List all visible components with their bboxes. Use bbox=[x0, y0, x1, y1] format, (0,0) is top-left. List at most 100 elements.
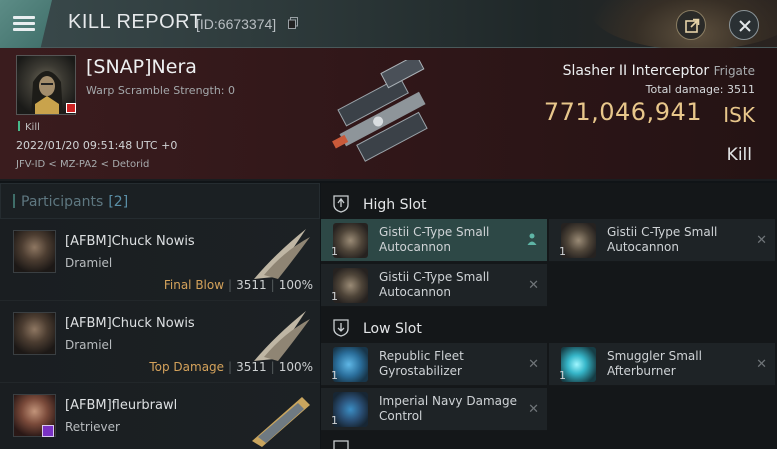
participant-name[interactable]: [AFBM]Chuck Nowis bbox=[65, 234, 195, 249]
module-quantity: 1 bbox=[331, 414, 338, 427]
person-icon[interactable] bbox=[527, 233, 537, 245]
participant-stats: Final Blow | 3511 | 100% bbox=[164, 278, 313, 292]
close-button[interactable] bbox=[729, 10, 759, 40]
menu-icon-bar bbox=[13, 22, 35, 25]
high-slot-header: High Slot bbox=[321, 187, 777, 221]
ship-name-label: Slasher II Interceptor bbox=[562, 63, 710, 79]
module-quantity: 1 bbox=[559, 369, 566, 382]
stats-separator: | bbox=[270, 360, 275, 374]
copy-icon[interactable] bbox=[288, 17, 298, 29]
low-slot-title: Low Slot bbox=[363, 321, 422, 337]
mid-slot-icon bbox=[333, 440, 349, 449]
ship-class-label: Frigate bbox=[713, 64, 755, 78]
participants-header[interactable]: Participants [2] bbox=[0, 183, 320, 219]
stats-separator: | bbox=[228, 360, 233, 374]
module-name: Imperial Navy Damage Control bbox=[379, 394, 517, 423]
low-slot-module[interactable]: 1 Smuggler Small Afterburner ✕ bbox=[549, 343, 775, 386]
isk-unit: ISK bbox=[723, 103, 755, 127]
victim-corp-badge bbox=[66, 103, 76, 113]
module-name: Gistii C-Type Small Autocannon bbox=[379, 225, 490, 254]
victim-name[interactable]: [SNAP]Nera bbox=[86, 56, 197, 78]
kill-timestamp: 2022/01/20 09:51:48 UTC +0 bbox=[16, 139, 178, 152]
victim-panel: [SNAP]Nera Warp Scramble Strength: 0 Kil… bbox=[0, 48, 777, 181]
victim-ship-name[interactable]: Slasher II Interceptor Frigate bbox=[563, 63, 755, 79]
participant-ship-image[interactable] bbox=[246, 223, 316, 283]
total-damage-value: 3511 bbox=[727, 83, 755, 96]
kill-tag: Kill bbox=[18, 121, 40, 133]
module-quantity: 1 bbox=[331, 369, 338, 382]
low-slot-header: Low Slot bbox=[321, 311, 777, 345]
autocannon-icon bbox=[333, 223, 368, 258]
destroyed-icon: ✕ bbox=[528, 402, 539, 417]
participant-stats: Top Damage | 3511 | 100% bbox=[149, 360, 313, 374]
kill-id: [ID:6673374] bbox=[196, 16, 277, 32]
participant-ship[interactable]: Retriever bbox=[65, 420, 120, 434]
menu-icon-bar bbox=[13, 28, 35, 31]
damage-control-icon bbox=[333, 392, 368, 427]
low-slot-module[interactable]: 1 Republic Fleet Gyrostabilizer ✕ bbox=[321, 343, 547, 386]
low-slot-icon bbox=[333, 319, 349, 337]
stats-separator: | bbox=[228, 278, 233, 292]
autocannon-icon bbox=[333, 268, 368, 303]
destroyed-icon: ✕ bbox=[528, 357, 539, 372]
participant-name[interactable]: [AFBM]Chuck Nowis bbox=[65, 316, 195, 331]
participant-row[interactable]: [AFBM]Chuck Nowis Dramiel Final Blow | 351… bbox=[0, 219, 320, 301]
module-name: Gistii C-Type Small Autocannon bbox=[607, 225, 718, 254]
module-quantity: 1 bbox=[331, 245, 338, 258]
participant-damage: 3511 bbox=[236, 360, 267, 374]
destroyed-icon: ✕ bbox=[528, 278, 539, 293]
module-quantity: 1 bbox=[331, 290, 338, 303]
page-title: KILL REPORT bbox=[68, 11, 203, 33]
module-name: Republic Fleet Gyrostabilizer bbox=[379, 349, 464, 378]
fitting-panel: High Slot 1 Gistii C-Type Small Autocann… bbox=[321, 183, 777, 449]
high-slot-icon bbox=[333, 195, 349, 213]
autocannon-icon bbox=[561, 223, 596, 258]
participant-row[interactable]: [AFBM]Chuck Nowis Dramiel Top Damage | 351… bbox=[0, 301, 320, 383]
stats-separator: | bbox=[270, 278, 275, 292]
result-label: Kill bbox=[726, 145, 752, 165]
participants-count: [2] bbox=[108, 194, 129, 210]
participants-panel: Participants [2] [AFBM]Chuck Nowis Drami… bbox=[0, 183, 320, 449]
top-damage-tag: Top Damage bbox=[149, 360, 225, 374]
menu-button[interactable] bbox=[0, 0, 52, 48]
low-slot-module[interactable]: 1 Imperial Navy Damage Control ✕ bbox=[321, 388, 547, 431]
share-icon bbox=[685, 18, 700, 33]
module-name: Smuggler Small Afterburner bbox=[607, 349, 702, 378]
victim-ship-image[interactable] bbox=[308, 60, 458, 175]
isk-value: 771,046,941 bbox=[543, 98, 702, 126]
participants-title: Participants bbox=[21, 194, 104, 210]
kill-report-header: KILL REPORT [ID:6673374] bbox=[0, 0, 777, 50]
header-accent-bar bbox=[13, 194, 15, 208]
participant-avatar[interactable] bbox=[13, 312, 56, 355]
menu-icon bbox=[13, 16, 35, 19]
participant-avatar[interactable] bbox=[13, 230, 56, 273]
share-button[interactable] bbox=[676, 10, 706, 40]
total-damage-label: Total damage: bbox=[645, 83, 724, 96]
high-slot-module[interactable]: 1 Gistii C-Type Small Autocannon bbox=[321, 219, 547, 262]
participant-ship[interactable]: Dramiel bbox=[65, 338, 112, 352]
mid-slot-header-partial bbox=[321, 437, 777, 449]
module-quantity: 1 bbox=[559, 245, 566, 258]
participant-ship-image[interactable] bbox=[246, 387, 316, 447]
kill-location[interactable]: JFV-ID < MZ-PA2 < Detorid bbox=[16, 159, 149, 170]
destroyed-icon: ✕ bbox=[756, 233, 767, 248]
final-blow-tag: Final Blow bbox=[163, 278, 225, 292]
high-slot-title: High Slot bbox=[363, 197, 427, 213]
victim-subtitle: Warp Scramble Strength: 0 bbox=[86, 84, 236, 97]
participant-percent: 100% bbox=[278, 360, 313, 374]
participant-ship-image[interactable] bbox=[246, 305, 316, 365]
afterburner-icon bbox=[561, 347, 596, 382]
module-name: Gistii C-Type Small Autocannon bbox=[379, 270, 490, 299]
participant-badge bbox=[42, 425, 54, 437]
participant-name[interactable]: [AFBM]fleurbrawl bbox=[65, 398, 177, 413]
close-icon bbox=[739, 20, 751, 32]
participant-damage: 3511 bbox=[236, 278, 267, 292]
high-slot-module[interactable]: 1 Gistii C-Type Small Autocannon ✕ bbox=[321, 264, 547, 307]
gyrostabilizer-icon bbox=[333, 347, 368, 382]
participant-ship[interactable]: Dramiel bbox=[65, 256, 112, 270]
participant-row[interactable]: [AFBM]fleurbrawl Retriever bbox=[0, 383, 320, 449]
destroyed-icon: ✕ bbox=[756, 357, 767, 372]
high-slot-module[interactable]: 1 Gistii C-Type Small Autocannon ✕ bbox=[549, 219, 775, 262]
participant-percent: 100% bbox=[278, 278, 313, 292]
total-damage: Total damage: 3511 bbox=[646, 83, 755, 96]
